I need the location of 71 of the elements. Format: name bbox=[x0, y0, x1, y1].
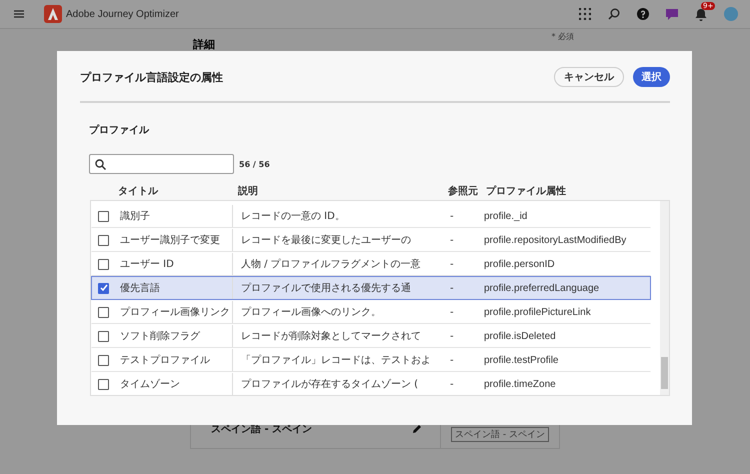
table-row[interactable]: ソフト削除フラグ レコードが削除対象としてマークされて - profile.isDeleted bbox=[91, 324, 651, 348]
source-cell-text: - bbox=[449, 258, 455, 270]
required-note: * 必須 bbox=[551, 31, 574, 42]
column-header[interactable]: 参照元 bbox=[440, 184, 478, 198]
description-cell: レコードを最後に変更したユーザーの bbox=[232, 229, 442, 251]
section-heading: プロファイル bbox=[89, 123, 150, 137]
source-cell-text: - bbox=[449, 234, 455, 246]
table-row[interactable]: タイムゾーン プロファイルが存在するタイムゾーン ( - profile.timeZone bbox=[91, 372, 651, 395]
select-button[interactable]: 選択 bbox=[633, 67, 670, 87]
apps-grid-icon[interactable] bbox=[579, 8, 591, 20]
description-cell: 「プロファイル」レコードは、テストおよ bbox=[232, 349, 442, 371]
section-title: 詳細 bbox=[193, 37, 215, 52]
scrollbar-thumb[interactable] bbox=[661, 357, 668, 389]
row-checkbox[interactable] bbox=[98, 306, 109, 318]
title-cell-text: ユーザー識別子で変更 bbox=[119, 234, 221, 247]
description-cell: プロファイルが存在するタイムゾーン ( bbox=[232, 373, 442, 395]
row-checkbox[interactable] bbox=[98, 258, 109, 270]
source-cell-text: - bbox=[449, 210, 455, 222]
title-cell-text: 優先言語 bbox=[119, 282, 161, 295]
description-cell: プロファイルで使用される優先する通 bbox=[232, 277, 442, 299]
attribute-cell-text: profile.timeZone bbox=[483, 378, 557, 390]
table-row[interactable]: プロフィール画像リンク プロフィール画像へのリンク。 - profile.profilePictureLink bbox=[91, 300, 651, 324]
language-tag: スペイン語 - スペイン bbox=[451, 427, 549, 442]
title-cell-text: 識別子 bbox=[119, 210, 151, 223]
app-name: Adobe Journey Optimizer bbox=[66, 8, 179, 20]
table-row[interactable]: 識別子 レコードの一意の ID。 - profile._id bbox=[91, 204, 651, 228]
description-cell: 人物 / プロファイルフラグメントの一意 bbox=[232, 253, 442, 275]
result-count: 56 / 56 bbox=[239, 160, 270, 168]
row-checkbox[interactable] bbox=[98, 210, 109, 222]
attribute-cell-text: profile.testProfile bbox=[483, 354, 560, 366]
scrollbar[interactable] bbox=[660, 201, 669, 395]
attribute-cell-text: profile.isDeleted bbox=[483, 330, 557, 342]
row-checkbox[interactable] bbox=[98, 378, 109, 390]
source-cell-text: - bbox=[449, 378, 455, 390]
column-header[interactable]: 説明 bbox=[230, 184, 440, 198]
bell-icon[interactable] bbox=[695, 8, 707, 20]
title-cell-text: タイムゾーン bbox=[119, 378, 181, 391]
table-row[interactable]: 優先言語 プロファイルで使用される優先する通 - profile.preferredLanguage bbox=[91, 276, 651, 300]
attribute-cell-text: profile.preferredLanguage bbox=[483, 282, 600, 294]
title-cell-text: ユーザー ID bbox=[119, 258, 175, 271]
chat-icon[interactable] bbox=[666, 8, 678, 20]
column-header[interactable]: プロファイル属性 bbox=[478, 184, 646, 198]
title-cell-text: テストプロファイル bbox=[119, 354, 211, 367]
attribute-cell-text: profile.repositoryLastModifiedBy bbox=[483, 234, 628, 246]
column-header[interactable]: タイトル bbox=[110, 184, 230, 198]
search-field[interactable] bbox=[89, 154, 234, 174]
search-icon bbox=[95, 158, 106, 170]
table-row[interactable]: テストプロファイル 「プロファイル」レコードは、テストおよ - profile.testProfile bbox=[91, 348, 651, 372]
description-cell: レコードの一意の ID。 bbox=[232, 205, 442, 227]
description-cell: レコードが削除対象としてマークされて bbox=[232, 325, 442, 347]
source-cell-text: - bbox=[449, 282, 455, 294]
attribute-cell-text: profile._id bbox=[483, 210, 528, 222]
dialog-title: プロファイル言語設定の属性 bbox=[80, 70, 223, 84]
search-icon[interactable] bbox=[608, 8, 620, 20]
table-row[interactable]: ユーザー識別子で変更 レコードを最後に変更したユーザーの - profile.repositoryLastModifiedBy bbox=[91, 228, 651, 252]
title-cell-text: ソフト削除フラグ bbox=[119, 330, 201, 343]
source-cell-text: - bbox=[449, 330, 455, 342]
row-checkbox[interactable] bbox=[98, 330, 109, 342]
app-logo-icon bbox=[44, 5, 62, 23]
row-checkbox[interactable] bbox=[98, 234, 109, 246]
attribute-cell-text: profile.profilePictureLink bbox=[483, 306, 592, 318]
row-checkbox[interactable] bbox=[98, 354, 109, 366]
attribute-cell-text: profile.personID bbox=[483, 258, 556, 270]
menu-icon[interactable] bbox=[14, 10, 24, 18]
title-cell-text: プロフィール画像リンク bbox=[119, 306, 231, 319]
cancel-button[interactable]: キャンセル bbox=[554, 67, 624, 87]
help-icon[interactable] bbox=[637, 8, 649, 20]
source-cell-text: - bbox=[449, 306, 455, 318]
description-cell: プロフィール画像へのリンク。 bbox=[232, 301, 442, 323]
row-checkbox[interactable] bbox=[98, 282, 109, 294]
source-cell-text: - bbox=[449, 354, 455, 366]
